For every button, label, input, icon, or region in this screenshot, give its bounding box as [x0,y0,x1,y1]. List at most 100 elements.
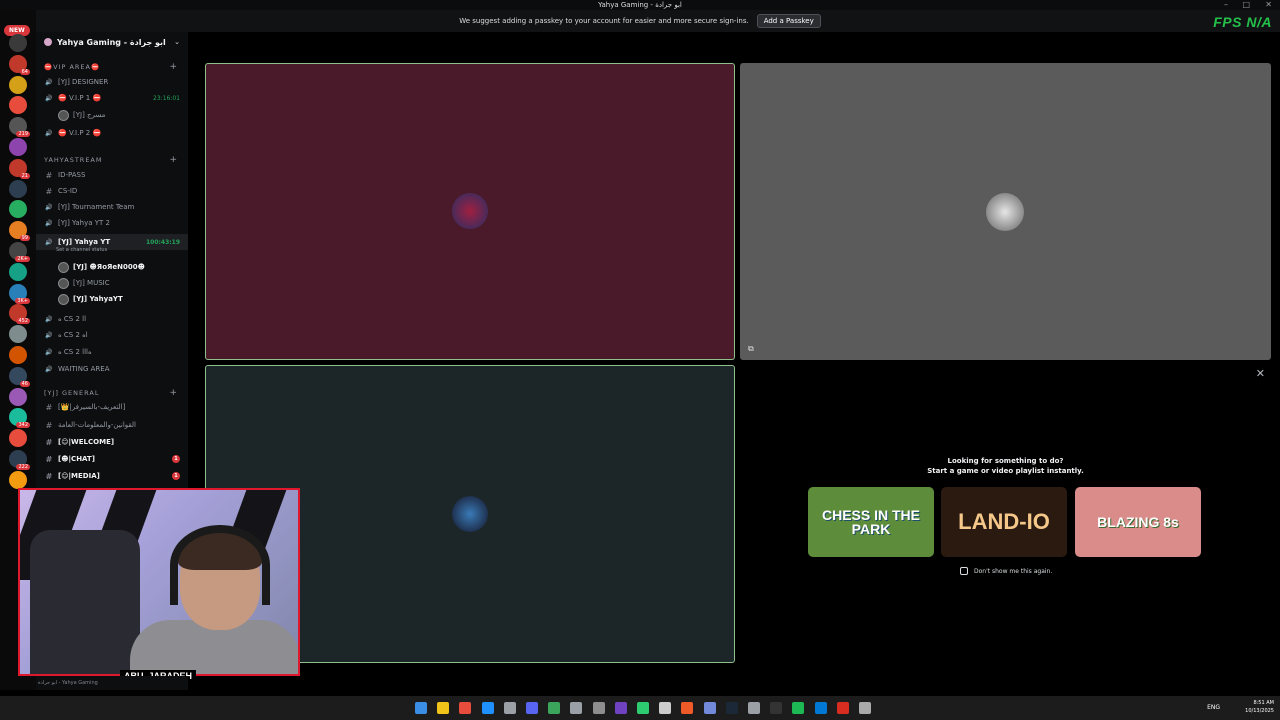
server-icon[interactable] [9,429,27,448]
close-window-icon[interactable]: ✕ [1265,0,1272,10]
server-icon[interactable] [9,387,27,406]
game-title: BLAZING 8s [1097,514,1179,530]
channel-voice[interactable]: 🔊 ⛔ V.I.P 1 ⛔ 23:16:01 [36,90,188,106]
server-icon[interactable]: 46 [9,366,30,387]
voice-timer: 23:16:01 [153,94,180,102]
minimize-icon[interactable]: – [1224,0,1228,10]
app-icon[interactable] [548,702,561,714]
server-icon[interactable]: 3K+ [9,283,30,304]
server-icon[interactable] [9,96,27,115]
channel-text[interactable]: # [☻|CHAT] 1 [36,451,188,467]
channel-label: [YJ] DESIGNER [58,78,109,86]
channel-status[interactable]: Set a channel status [36,246,188,254]
game-card-chess[interactable]: CHESS IN THE PARK [808,487,934,557]
channel-user[interactable]: [YJ] ☻ЯoЯeN000☻ [36,259,188,275]
chevron-down-icon[interactable]: ⌄ [174,38,180,46]
channel-label: ID-PASS [58,171,86,179]
add-channel-icon[interactable]: + [169,62,178,72]
channel-user[interactable]: [YJ] YahyaYT [36,291,188,307]
app-icon[interactable] [836,702,849,714]
channel-text[interactable]: # [👑|التعريف-بالسيرفر] [36,399,188,415]
chrome-icon[interactable] [459,702,472,714]
server-icon[interactable]: 21 [9,158,30,179]
close-icon[interactable]: ✕ [1256,367,1265,380]
app-icon[interactable] [659,702,672,714]
app-icon[interactable] [637,702,649,714]
server-icon[interactable] [9,325,27,344]
app-icon[interactable] [748,702,760,714]
spotify-icon[interactable] [792,702,805,714]
back-icon[interactable] [570,702,583,714]
avatar [58,261,69,273]
obs-icon[interactable] [592,702,605,714]
edge-icon[interactable] [481,702,494,714]
server-icon[interactable] [9,34,27,52]
settings-icon[interactable] [859,702,871,714]
server-icon[interactable] [9,75,27,94]
channel-text[interactable]: # ID-PASS [36,167,188,183]
server-icon[interactable]: 222 [9,450,30,470]
participant-tile[interactable] [205,63,735,360]
server-icon[interactable] [9,262,27,281]
channel-voice[interactable]: 🔊 ⛔ V.I.P 2 ⛔ [36,125,188,141]
file-explorer-icon[interactable] [437,702,450,714]
add-channel-icon[interactable]: + [169,155,178,165]
server-icon[interactable] [9,470,27,489]
popout-icon[interactable]: ⧉ [748,344,754,354]
participant-tile[interactable]: ⧉ [740,63,1271,360]
headset-icon [170,525,270,605]
server-icon[interactable] [9,200,27,219]
server-icon[interactable]: 99 [9,221,30,242]
server-icon[interactable]: 2K+ [9,242,30,262]
mention-badge: 222 [16,464,30,470]
game-title: CHESS IN THE PARK [821,507,920,537]
steam-icon[interactable] [725,702,738,714]
language-indicator[interactable]: ENG [1207,704,1220,711]
windows-start-icon[interactable] [415,702,427,714]
channel-label: CS-ID [58,187,78,195]
channel-text[interactable]: # [☺|WELCOME] [36,434,188,450]
app-icon[interactable] [814,702,827,714]
dont-show-checkbox[interactable]: Don't show me this again. [960,567,1052,575]
maximize-icon[interactable]: □ [1242,0,1250,10]
hashtag-icon: # [45,454,53,464]
add-passkey-button[interactable]: Add a Passkey [756,14,821,28]
server-icon[interactable] [9,179,27,198]
clock[interactable]: 8:51 AM 10/13/2025 [1245,699,1274,715]
server-icon[interactable] [9,138,27,156]
channel-category[interactable]: YAHYASTREAM + [36,152,188,168]
channel-voice[interactable]: 🔊 [YJ] DESIGNER [36,74,188,90]
server-icon[interactable]: 64 [9,54,30,75]
activity-subheading: Start a game or video playlist instantly… [927,467,1084,475]
channel-voice[interactable]: 🔊 [YJ] Yahya YT 2 [36,215,188,231]
channel-text[interactable]: # CS-ID [36,183,188,199]
discord-icon[interactable] [526,702,538,714]
game-card-blazing-8s[interactable]: BLAZING 8s [1075,487,1201,557]
brave-icon[interactable] [681,702,694,714]
settings-icon[interactable] [503,702,516,714]
server-header[interactable]: Yahya Gaming - ابو جرادة ⌄ [36,32,188,52]
add-channel-icon[interactable]: + [169,388,178,398]
channel-voice[interactable]: 🔊 [YJ] Tournament Team [36,199,188,215]
channel-category[interactable]: ⛔VIP AREA⛔ + [36,59,188,75]
channel-voice[interactable]: 🔊 WAITING AREA [36,361,188,377]
app-icon[interactable] [703,702,716,714]
checkbox-icon[interactable] [960,567,968,575]
server-icon[interactable] [9,346,27,364]
game-title: LAND-IO [958,509,1050,534]
mention-badge: 342 [16,422,30,429]
channel-text[interactable]: # القوانين-والمعلومات-العامة [36,417,188,433]
server-icon[interactable]: 219 [9,117,30,138]
server-icon[interactable]: 452 [9,304,30,325]
channel-voice[interactable]: 🔊 ه CS 2 اا [36,311,188,327]
channel-user[interactable]: [YJ] ﻣﺴﺮﺝ [36,107,188,123]
app-icon[interactable] [770,702,783,714]
mention-badge: 219 [16,131,30,138]
channel-text[interactable]: # [☺|MEDIA] 1 [36,468,188,484]
channel-voice[interactable]: 🔊 ه CS 2 اه [36,327,188,343]
game-card-land-io[interactable]: LAND-IO [941,487,1067,557]
channel-user[interactable]: [YJ] MUSIC [36,275,188,291]
channel-voice[interactable]: 🔊 ه CS 2 lllه [36,344,188,360]
app-icon[interactable] [614,702,627,714]
server-icon[interactable]: 342 [9,408,30,429]
